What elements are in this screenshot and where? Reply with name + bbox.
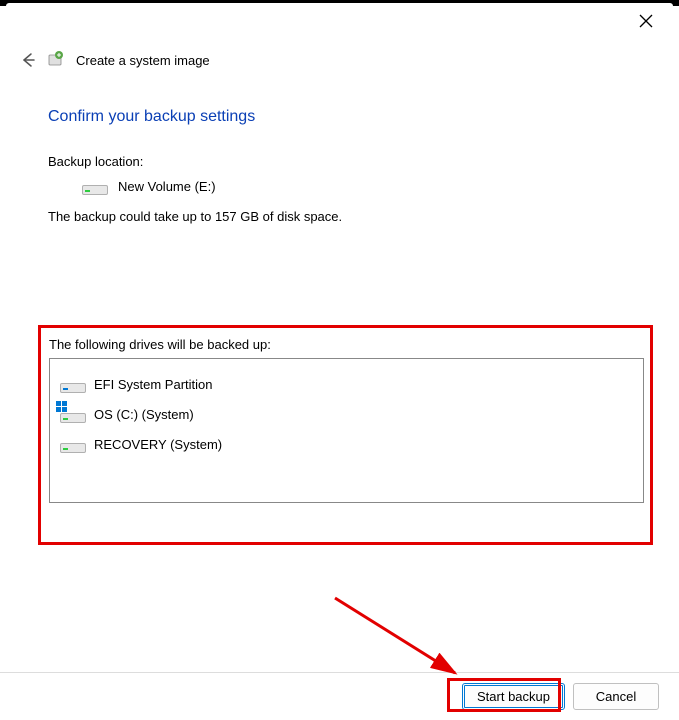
cancel-button[interactable]: Cancel [573,683,659,710]
drive-icon [60,375,86,393]
disk-space-note: The backup could take up to 157 GB of di… [48,209,649,224]
backup-location-label: Backup location: [48,154,649,169]
annotation-arrow-icon [330,593,480,683]
drive-name: RECOVERY (System) [94,437,222,452]
start-backup-button[interactable]: Start backup [462,683,565,710]
drive-name: OS (C:) (System) [94,407,194,422]
drive-row: RECOVERY (System) [58,429,635,459]
backup-location-value: New Volume (E:) [118,179,216,194]
wizard-title: Create a system image [76,53,210,68]
drives-section-label: The following drives will be backed up: [49,337,644,352]
system-image-icon [48,51,66,69]
drive-row: EFI System Partition [58,369,635,399]
back-icon[interactable] [18,50,38,70]
drives-list: EFI System Partition OS (C:) (System) RE [49,358,644,503]
wizard-header: Create a system image [18,50,659,70]
footer: Start backup Cancel [0,672,679,720]
drive-icon [60,405,86,423]
backup-location-row: New Volume (E:) [82,177,649,195]
drive-row: OS (C:) (System) [58,399,635,429]
drive-icon [60,435,86,453]
page-title: Confirm your backup settings [48,108,649,126]
close-button[interactable] [639,14,657,32]
drive-icon [82,177,108,195]
drive-name: EFI System Partition [94,377,212,392]
